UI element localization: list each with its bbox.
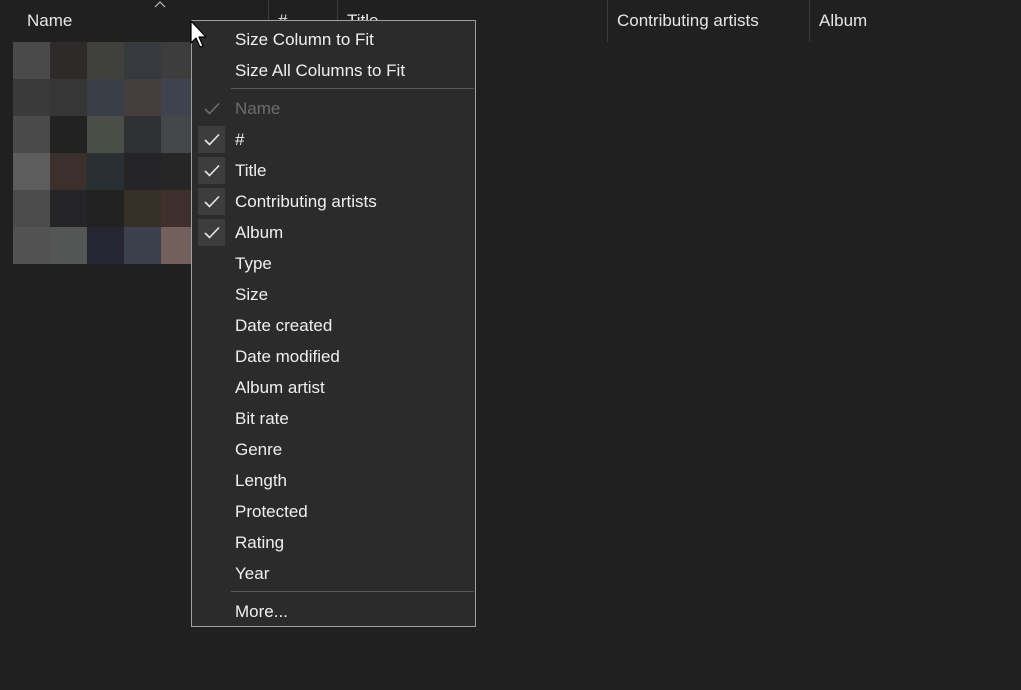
menu-item-year[interactable]: Year [192,558,475,589]
menu-item-title[interactable]: Title [192,155,475,186]
menu-item-label: Album [235,223,284,242]
menu-item-label: Genre [235,440,283,459]
menu-item-album-artist[interactable]: Album artist [192,372,475,403]
checkmark-icon [198,188,225,215]
menu-item-rating[interactable]: Rating [192,527,475,558]
thumbnail-tile [87,79,124,116]
checkmark-icon [198,157,225,184]
menu-item-label: Size All Columns to Fit [235,61,406,80]
column-header-label: Name [27,11,73,30]
thumbnail-tile [124,42,161,79]
menu-item-album[interactable]: Album [192,217,475,248]
menu-item-contributing-artists[interactable]: Contributing artists [192,186,475,217]
thumbnail-tile [13,42,50,79]
menu-separator [231,591,474,592]
thumbnail-tile [13,153,50,190]
menu-item-type[interactable]: Type [192,248,475,279]
checkmark-icon [198,126,225,153]
mouse-cursor-icon [190,20,207,48]
thumbnail-tile [13,190,50,227]
menu-item-label: Title [235,161,267,180]
thumbnail-tile [50,190,87,227]
menu-item-label: Size Column to Fit [235,30,374,49]
menu-item-label: Protected [235,502,308,521]
column-header-label: Contributing artists [617,11,759,30]
thumbnail-tile [124,227,161,264]
menu-item-label: Size [235,285,269,304]
menu-item-more[interactable]: More... [192,596,475,627]
thumbnail-tile [50,79,87,116]
thumbnail-tile [50,116,87,153]
thumbnail-tile [124,79,161,116]
thumbnail-tile [13,116,50,153]
thumbnail-tile [50,42,87,79]
album-art-thumbnail[interactable] [13,42,198,264]
menu-item-label: # [235,130,245,149]
menu-item-label: Length [235,471,287,490]
menu-item-size-column-to-fit[interactable]: Size Column to Fit [192,24,475,55]
menu-item-label: Name [235,99,281,118]
menu-item-label: Date modified [235,347,340,366]
menu-item-genre[interactable]: Genre [192,434,475,465]
menu-item-label: Bit rate [235,409,289,428]
thumbnail-tile [87,153,124,190]
thumbnail-tile [124,190,161,227]
menu-item-label: Year [235,564,270,583]
thumbnail-tile [87,42,124,79]
menu-item-date-created[interactable]: Date created [192,310,475,341]
checkmark-icon [198,219,225,246]
thumbnail-tile [87,190,124,227]
menu-item-label: Contributing artists [235,192,377,211]
file-explorer-window: Name # Title Contributing artists Album … [0,0,1021,690]
thumbnail-tile [124,116,161,153]
thumbnail-tile [124,153,161,190]
column-header-album[interactable]: Album [809,0,1021,42]
menu-item-length[interactable]: Length [192,465,475,496]
thumbnail-tile [13,79,50,116]
menu-item-number[interactable]: # [192,124,475,155]
menu-item-label: Type [235,254,272,273]
thumbnail-tile [50,227,87,264]
thumbnail-tile [13,227,50,264]
menu-item-name: Name [192,93,475,124]
checkmark-icon [198,95,225,122]
chevron-up-icon [154,0,166,10]
column-header-label: Album [819,11,868,30]
menu-item-label: Album artist [235,378,325,397]
menu-item-bit-rate[interactable]: Bit rate [192,403,475,434]
menu-item-size-all-columns-to-fit[interactable]: Size All Columns to Fit [192,55,475,86]
menu-item-label: More... [235,602,288,621]
column-header-contributing-artists[interactable]: Contributing artists [607,0,810,42]
column-context-menu: Size Column to Fit Size All Columns to Fi… [191,20,476,627]
menu-item-date-modified[interactable]: Date modified [192,341,475,372]
menu-separator [231,88,474,89]
menu-item-label: Date created [235,316,333,335]
thumbnail-tile [50,153,87,190]
menu-item-label: Rating [235,533,285,552]
thumbnail-tile [87,227,124,264]
menu-item-size[interactable]: Size [192,279,475,310]
menu-item-protected[interactable]: Protected [192,496,475,527]
thumbnail-tile [87,116,124,153]
